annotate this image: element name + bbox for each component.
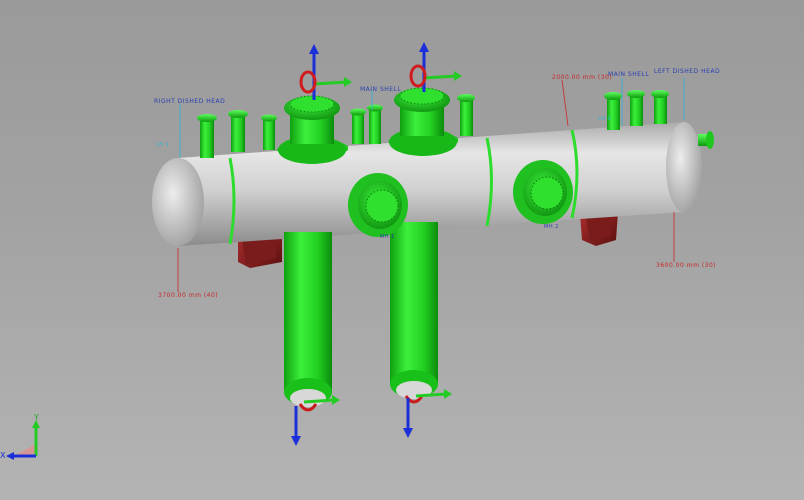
leg-left[interactable]	[284, 232, 332, 412]
nozzle-n3[interactable]	[261, 114, 277, 151]
top-dome-left[interactable]	[276, 95, 348, 164]
label-dim-top: 2000.00 mm (30)	[552, 74, 613, 81]
3d-viewport[interactable]: RIGHT DISHED HEAD MAIN SHELL MAIN SHELL …	[0, 0, 804, 500]
nozzle-n6[interactable]	[457, 94, 475, 136]
right-dished-head[interactable]	[666, 122, 702, 212]
label-right-dished-head: RIGHT DISHED HEAD	[154, 98, 226, 105]
top-dome-right[interactable]	[388, 87, 458, 156]
manway-mh1[interactable]	[348, 173, 408, 237]
nozzle-n5[interactable]	[367, 104, 383, 145]
label-mh2: MH 2	[544, 224, 559, 230]
axis-triad[interactable]	[6, 420, 40, 460]
label-main-shell-2: MAIN SHELL	[608, 71, 650, 78]
nozzle-n4[interactable]	[350, 108, 366, 145]
gizmo-top-left[interactable]	[299, 44, 352, 100]
label-main-shell-1: MAIN SHELL	[360, 86, 402, 93]
leg-right[interactable]	[390, 222, 438, 404]
vessel-model[interactable]	[0, 0, 804, 500]
left-dished-head[interactable]	[152, 158, 204, 246]
nozzle-n7[interactable]	[604, 92, 622, 130]
axis-label-y: Y	[34, 413, 40, 422]
label-dim-left: 3700.00 mm (40)	[158, 292, 219, 299]
gizmo-top-right[interactable]	[409, 42, 462, 92]
label-lh-right: LH 2	[598, 116, 612, 122]
label-dim-right: 3600.00 mm (30)	[656, 262, 717, 269]
nozzle-end-right[interactable]	[698, 131, 714, 149]
label-lh-left: LH 1	[156, 142, 170, 148]
manway-mh2[interactable]	[513, 160, 573, 224]
nozzle-n2[interactable]	[228, 110, 248, 152]
label-mh1: MH 1	[380, 234, 395, 240]
axis-label-x: X	[0, 451, 6, 460]
nozzle-n8[interactable]	[627, 90, 645, 126]
nozzle-n1[interactable]	[197, 114, 217, 158]
nozzle-n9[interactable]	[651, 90, 669, 124]
label-left-dished-head: LEFT DISHED HEAD	[654, 68, 721, 75]
